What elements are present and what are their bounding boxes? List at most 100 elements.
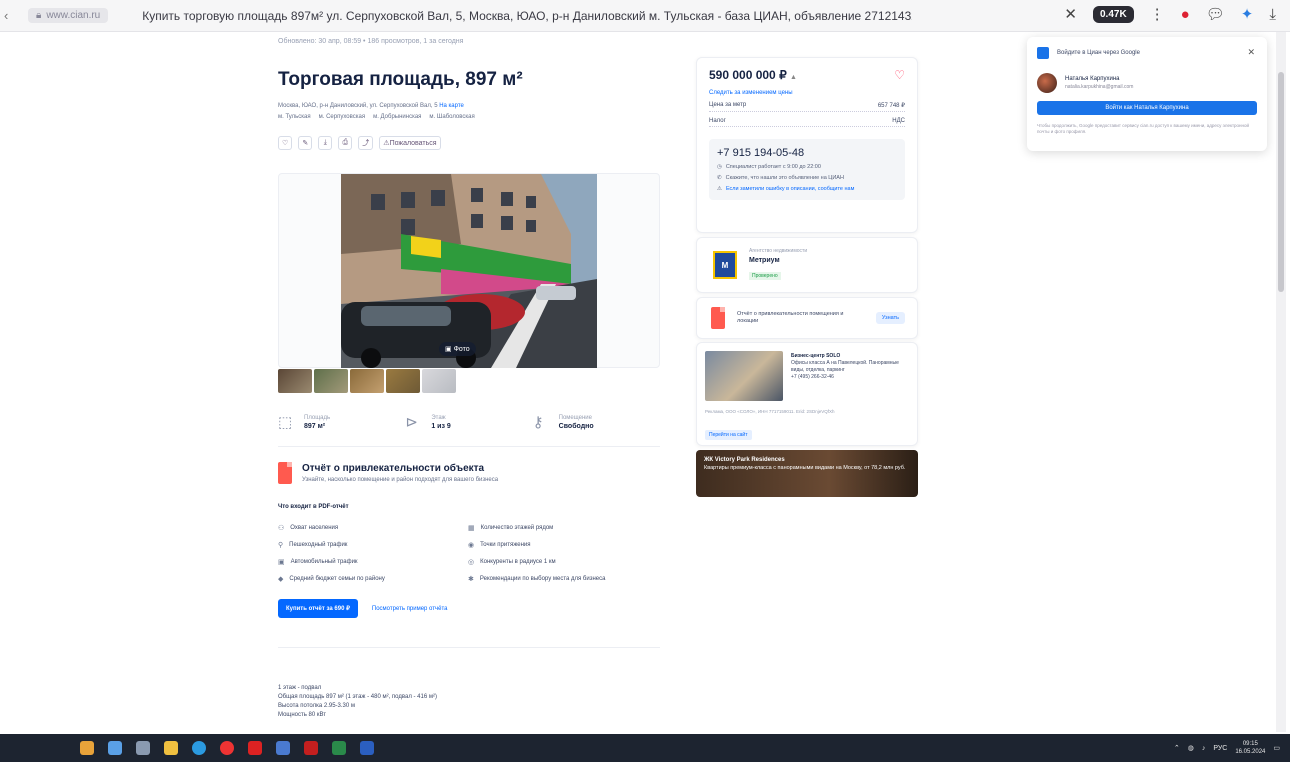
download-icon[interactable]: ⤓ [1269,6,1276,23]
agent-name[interactable]: Метриум [749,257,807,264]
divider [278,446,660,447]
system-tray: ⌃ ◍ ♪ РУС 09:15 16.05.2024 ▭ [1174,740,1280,756]
error-icon: ⚠ [717,186,722,192]
area-icon: ⬚ [278,414,293,431]
site-badge-text: www.cian.ru [46,10,101,21]
chat-icon[interactable]: 💬︎ [1206,5,1225,23]
page-title: Торговая площадь, 897 м² [278,69,523,90]
account-row[interactable]: Наталья Карпухина natalia.karpukhina@gma… [1037,73,1257,93]
list-item-label: Количество этажей рядом [480,525,554,531]
screen: { "browser": { "site_badge": "www.cian.r… [0,0,1290,762]
metro-station[interactable]: м. Серпуховская [319,114,365,120]
price-change-icon[interactable]: ▲ [790,74,797,81]
google-signin-popup: Войдите в Циан через Google ✕ Наталья Ка… [1027,37,1267,151]
feature-area: ⬚ Площадь 897 м² [278,413,405,431]
thumbnail[interactable] [422,369,456,393]
feature-status: ⚷ Помещение Свободно [533,413,660,431]
people-icon: ⚇ [278,525,285,532]
photo-count-badge[interactable]: ▣ Фото [439,342,476,356]
share-icon[interactable]: ⤴ [358,136,374,150]
ad-title: Бизнес-центр SOLO [791,353,841,359]
notifications-icon[interactable]: ▭ [1273,744,1280,752]
price-row-label: Налог [709,118,726,124]
file-explorer-icon[interactable] [164,741,178,755]
banner-title: ЖК Victory Park Residences [704,457,785,463]
main-photo[interactable] [341,174,597,368]
agent-card[interactable]: М Агентство недвижимости Метриум Провере… [696,237,918,293]
download-pdf-icon[interactable]: ⤓ [318,136,333,150]
report-section: Отчёт о привлекательности объекта Узнайт… [278,462,660,618]
clock-time: 09:15 [1242,741,1258,747]
report-error-link[interactable]: Если заметили ошибку в описании, сообщит… [726,186,854,192]
thumbnail[interactable] [278,369,312,393]
back-icon[interactable]: ‹ [4,8,18,23]
ad-disclaimer: Реклама, ООО «СОЛО», ИНН 7717159011. Eri… [705,409,835,414]
print-icon[interactable]: ⎙ [338,136,353,150]
account-email: natalia.karpukhina@gmail.com [1065,84,1134,90]
metro-station[interactable]: м. Шаболовская [429,114,474,120]
price-value: 590 000 000 ₽ [709,68,787,82]
continue-as-button[interactable]: Войти как Наталья Карпухина [1037,101,1257,115]
favorite-heart-icon[interactable]: ♡ [894,68,905,82]
chevron-up-icon[interactable]: ⌃ [1174,744,1180,752]
edit-icon[interactable]: ✎ [298,136,313,150]
favorite-icon[interactable]: ♡ [278,136,293,150]
divider [278,647,660,648]
ad-card[interactable]: Бизнес-центр SOLO Офисы класса А на Паве… [696,342,918,446]
people-icon[interactable] [276,741,290,755]
example-report-link[interactable]: Посмотреть пример отчёта [372,606,448,612]
promo-banner[interactable]: ЖК Victory Park Residences Квартиры прем… [696,450,918,497]
phone-icon: ✆ [717,175,722,181]
pdf-icon [711,307,725,329]
extension-badge[interactable]: 0.47K [1092,5,1134,23]
thumbnail[interactable] [314,369,348,393]
yandex-browser-icon[interactable] [220,741,234,755]
ad-phone: +7 (495) 266-32-46 [791,374,834,380]
complain-button[interactable]: ⚠ Пожаловаться [379,136,441,150]
report-in-pdf: Что входит в PDF-отчёт [278,504,349,510]
menu-dots-icon[interactable]: ⋮ [1150,5,1165,23]
edge-icon[interactable] [192,741,206,755]
ad-button[interactable]: Перейти на сайт [705,430,752,440]
report-promo-button[interactable]: Узнать [875,312,905,324]
list-item: ◆ Средний бюджет семьи по району [278,575,468,583]
site-badge[interactable]: 🔒︎ www.cian.ru [28,8,109,23]
scrollbar-thumb[interactable] [1278,72,1284,292]
map-link[interactable]: На карте [439,103,464,109]
account-name: Наталья Карпухина [1065,76,1120,82]
puzzle-icon[interactable]: ✦ [1241,5,1254,23]
clock[interactable]: 09:15 16.05.2024 [1235,740,1265,756]
features-row: ⬚ Площадь 897 м² ⊳ Этаж 1 из 9 ⚷ Помещение… [278,413,660,431]
extension-icon[interactable]: ● [1181,6,1190,23]
price-watch-link[interactable]: Следить за изменением цены [709,90,905,96]
network-icon[interactable]: ◍ [1188,744,1194,752]
taskbar-icons [80,741,374,755]
photo-gallery: ▣ Фото [278,173,660,368]
app-icon[interactable] [248,741,262,755]
thumbnail[interactable] [386,369,420,393]
phone-info-text: Специалист работает с 9:00 до 22:00 [725,164,821,170]
excel-icon[interactable] [332,741,346,755]
pdf-reader-icon[interactable] [304,741,318,755]
floor-icon: ⊳ [405,414,418,431]
walk-icon: ⚲ [278,542,284,549]
metro-station[interactable]: м. Тульская [278,114,311,120]
start-icon[interactable] [108,741,122,755]
price-row-value: НДС [892,118,905,124]
widgets-icon[interactable] [80,741,94,755]
language-indicator[interactable]: РУС [1213,745,1227,752]
close-icon[interactable]: ✕ [1247,47,1255,58]
task-view-icon[interactable] [136,741,150,755]
scrollbar[interactable] [1276,32,1286,732]
page-tab-title: Купить торговую площадь 897м² ул. Серпух… [142,8,913,23]
phone-number[interactable]: +7 915 194-05-48 [717,147,897,159]
sidebar: 590 000 000 ₽ ▲ ♡ Следить за изменением … [696,57,918,497]
thumbnail[interactable] [350,369,384,393]
feature-value: Свободно [558,422,594,430]
close-icon[interactable]: ✕ [1064,5,1077,23]
buy-report-button[interactable]: Купить отчёт за 690 ₽ [278,599,358,618]
metro-station[interactable]: м. Добрынинская [373,114,421,120]
word-icon[interactable] [360,741,374,755]
volume-icon[interactable]: ♪ [1202,745,1206,752]
ad-image[interactable] [705,351,783,401]
